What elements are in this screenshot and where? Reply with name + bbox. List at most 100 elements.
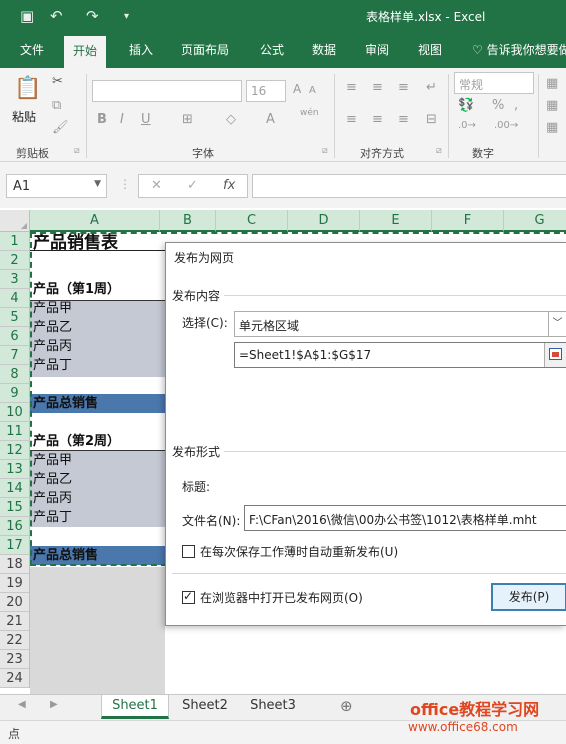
tab-review[interactable]: 审阅 <box>365 41 389 58</box>
row-header[interactable]: 4 <box>0 289 30 308</box>
row-header[interactable]: 3 <box>0 270 30 289</box>
dialog-launcher-icon[interactable]: ⧄ <box>74 146 80 156</box>
tab-insert[interactable]: 插入 <box>129 41 153 58</box>
scroll-right-icon[interactable]: ▶ <box>50 699 58 710</box>
add-sheet-icon[interactable]: ⊕ <box>340 697 353 715</box>
dialog-launcher-icon[interactable]: ⧄ <box>436 146 442 156</box>
decrease-decimal-icon[interactable]: .00→ <box>494 120 518 131</box>
row-header[interactable]: 20 <box>0 593 30 612</box>
row-header[interactable]: 22 <box>0 631 30 650</box>
tab-view[interactable]: 视图 <box>418 41 442 58</box>
enter-icon[interactable]: ✓ <box>187 178 198 193</box>
fill-color-icon[interactable]: ◇ <box>226 112 236 127</box>
tab-page-layout[interactable]: 页面布局 <box>181 41 229 58</box>
save-icon[interactable]: ▣ <box>20 7 34 25</box>
align-center-icon[interactable]: ≡ <box>372 112 383 127</box>
name-box[interactable]: A1 ▼ <box>6 174 107 198</box>
grow-font-icon[interactable]: A <box>293 82 301 96</box>
formula-input[interactable] <box>252 174 566 198</box>
column-header[interactable]: G <box>504 210 566 232</box>
underline-icon[interactable]: U <box>141 112 151 127</box>
row-header[interactable]: 11 <box>0 422 30 441</box>
shrink-font-icon[interactable]: A <box>309 85 316 96</box>
sheet-tab-sheet3[interactable]: Sheet3 <box>240 695 306 719</box>
column-header[interactable]: E <box>360 210 432 232</box>
tab-formulas[interactable]: 公式 <box>260 41 284 58</box>
font-name-input[interactable] <box>92 80 242 102</box>
row-header[interactable]: 12 <box>0 441 30 460</box>
dialog-launcher-icon[interactable]: ⧄ <box>322 146 328 156</box>
column-header[interactable]: B <box>160 210 216 232</box>
align-right-icon[interactable]: ≡ <box>398 112 409 127</box>
row-header[interactable]: 9 <box>0 384 30 403</box>
tab-data[interactable]: 数据 <box>312 41 336 58</box>
row-header[interactable]: 18 <box>0 555 30 574</box>
row-header[interactable]: 1 <box>0 232 30 251</box>
paste-icon[interactable]: 📋 <box>14 76 41 101</box>
row-header[interactable]: 2 <box>0 251 30 270</box>
row-header[interactable]: 21 <box>0 612 30 631</box>
format-table-icon[interactable]: ▦ <box>546 98 558 113</box>
row-header[interactable]: 23 <box>0 650 30 669</box>
format-painter-icon[interactable]: 🖌 <box>52 120 69 135</box>
align-top-icon[interactable]: ≡ <box>346 80 357 95</box>
column-header[interactable]: D <box>288 210 360 232</box>
wrap-text-icon[interactable]: ↵ <box>426 80 437 95</box>
customize-qat-icon[interactable]: ▾ <box>124 11 129 22</box>
range-input[interactable]: =Sheet1!$A$1:$G$17 <box>234 342 566 368</box>
tab-home[interactable]: 开始 <box>64 36 107 68</box>
row-header[interactable]: 24 <box>0 669 30 688</box>
column-header[interactable]: F <box>432 210 504 232</box>
row-header[interactable]: 15 <box>0 498 30 517</box>
border-icon[interactable]: ⊞ <box>182 112 193 127</box>
insert-function-icon[interactable]: fx <box>223 178 235 193</box>
scroll-left-icon[interactable]: ◀ <box>18 699 26 710</box>
percent-icon[interactable]: % <box>492 98 504 113</box>
currency-format-icon[interactable]: 💱 <box>458 98 474 113</box>
phonetic-guide-label[interactable]: wén <box>300 108 319 118</box>
tab-file[interactable]: 文件 <box>20 41 44 58</box>
row-header[interactable]: 19 <box>0 574 30 593</box>
cut-icon[interactable]: ✂ <box>52 74 63 89</box>
autorepublish-label[interactable]: 在每次保存工作薄时自动重新发布(U) <box>200 543 398 560</box>
row-header[interactable]: 10 <box>0 403 30 422</box>
column-header[interactable]: A <box>30 210 160 232</box>
column-header[interactable]: C <box>216 210 288 232</box>
select-dropdown[interactable]: 单元格区域 ﹀ <box>234 311 566 337</box>
merge-center-icon[interactable]: ⊟ <box>426 112 437 127</box>
open-browser-checkbox[interactable] <box>182 589 195 604</box>
row-header[interactable]: 17 <box>0 536 30 555</box>
publish-button[interactable]: 发布(P) <box>491 583 566 611</box>
font-size-input[interactable]: 16 <box>246 80 286 102</box>
sheet-tab-sheet1[interactable]: Sheet1 <box>101 695 169 719</box>
row-header[interactable]: 8 <box>0 365 30 384</box>
conditional-format-icon[interactable]: ▦ <box>546 76 558 91</box>
comma-style-icon[interactable]: , <box>514 98 518 113</box>
open-browser-label[interactable]: 在浏览器中打开已发布网页(O) <box>200 589 363 606</box>
tell-me-search[interactable]: ♡ 告诉我你想要做 <box>472 41 566 58</box>
align-left-icon[interactable]: ≡ <box>346 112 357 127</box>
undo-icon[interactable]: ↶ <box>50 7 63 25</box>
row-header[interactable]: 5 <box>0 308 30 327</box>
align-middle-icon[interactable]: ≡ <box>372 80 383 95</box>
row-header[interactable]: 7 <box>0 346 30 365</box>
row-header[interactable]: 13 <box>0 460 30 479</box>
row-header[interactable]: 14 <box>0 479 30 498</box>
cancel-icon[interactable]: ✕ <box>151 178 162 193</box>
redo-icon[interactable]: ↷ <box>86 7 99 25</box>
font-color-icon[interactable]: A <box>266 112 275 127</box>
sheet-tab-sheet2[interactable]: Sheet2 <box>172 695 238 719</box>
bold-icon[interactable]: B <box>97 112 107 127</box>
range-picker-icon[interactable] <box>544 343 566 367</box>
row-header[interactable]: 6 <box>0 327 30 346</box>
number-format-select[interactable]: 常规 <box>454 72 534 94</box>
italic-icon[interactable]: I <box>120 112 124 127</box>
filename-input[interactable]: F:\CFan\2016\微信\00办公书签\1012\表格样单.mht <box>244 505 566 531</box>
select-all-corner[interactable]: ◢ <box>0 210 30 232</box>
drag-handle-icon[interactable]: ⋮ <box>119 177 131 191</box>
autorepublish-checkbox[interactable] <box>182 545 195 558</box>
increase-decimal-icon[interactable]: .0→ <box>458 120 476 131</box>
row-header[interactable]: 16 <box>0 517 30 536</box>
align-bottom-icon[interactable]: ≡ <box>398 80 409 95</box>
copy-icon[interactable]: ⧉ <box>52 98 61 113</box>
